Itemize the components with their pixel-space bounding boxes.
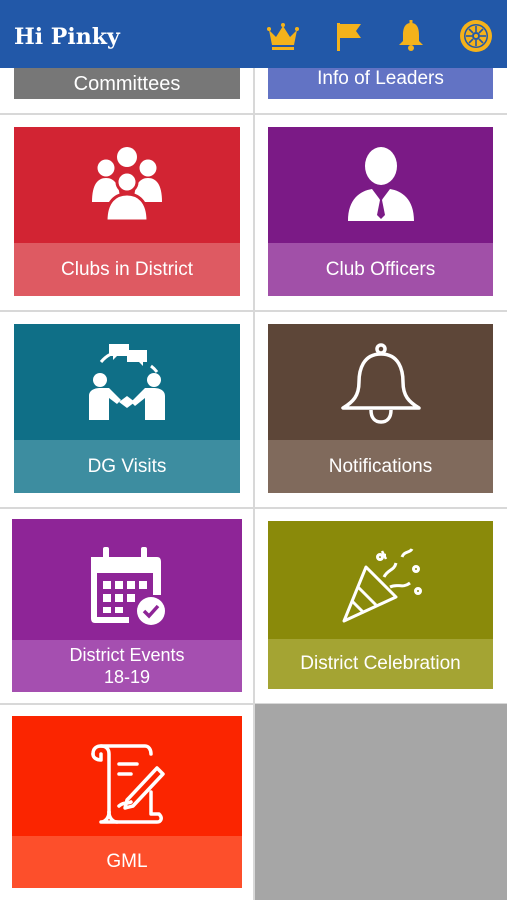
tile-district-events[interactable]: District Events 18-19 bbox=[12, 519, 242, 692]
tile-label: GML bbox=[12, 836, 242, 888]
crown-icon[interactable] bbox=[265, 18, 301, 54]
tile-label: Club Officers bbox=[268, 243, 493, 296]
grid-divider bbox=[0, 507, 507, 509]
greeting-text: Hi Pinky bbox=[14, 24, 120, 50]
notifications-bell-icon[interactable] bbox=[393, 18, 429, 54]
tile-label: Clubs in District bbox=[14, 243, 240, 296]
handshake-chat-icon bbox=[89, 344, 165, 420]
calendar-check-icon bbox=[91, 547, 165, 625]
rotary-wheel-icon[interactable] bbox=[458, 18, 494, 54]
grid-divider bbox=[0, 310, 507, 312]
empty-grid-cell bbox=[255, 704, 507, 900]
flag-icon[interactable] bbox=[331, 18, 367, 54]
tile-committees[interactable]: Committees bbox=[14, 68, 240, 99]
tile-notifications[interactable]: Notifications bbox=[268, 324, 493, 493]
tile-label: District Celebration bbox=[268, 639, 493, 689]
tile-dg-visits[interactable]: DG Visits bbox=[14, 324, 240, 493]
grid-divider bbox=[0, 113, 507, 115]
tile-clubs-in-district[interactable]: Clubs in District bbox=[14, 127, 240, 296]
top-app-bar: Hi Pinky bbox=[0, 0, 507, 68]
scroll-pen-icon bbox=[91, 744, 165, 824]
tile-info-of-leaders[interactable]: Info of Leaders bbox=[268, 68, 493, 99]
bell-icon bbox=[340, 343, 421, 424]
party-popper-icon bbox=[342, 548, 422, 623]
tile-district-celebration[interactable]: District Celebration bbox=[268, 521, 493, 689]
tile-label: Info of Leaders bbox=[268, 68, 493, 99]
tile-gml[interactable]: GML bbox=[12, 716, 242, 888]
tile-club-officers[interactable]: Club Officers bbox=[268, 127, 493, 296]
officer-icon bbox=[347, 147, 414, 221]
group-icon bbox=[92, 147, 162, 223]
tile-label: DG Visits bbox=[14, 440, 240, 493]
tile-label: Notifications bbox=[268, 440, 493, 493]
tile-label: District Events 18-19 bbox=[12, 640, 242, 692]
tile-label: Committees bbox=[14, 68, 240, 99]
